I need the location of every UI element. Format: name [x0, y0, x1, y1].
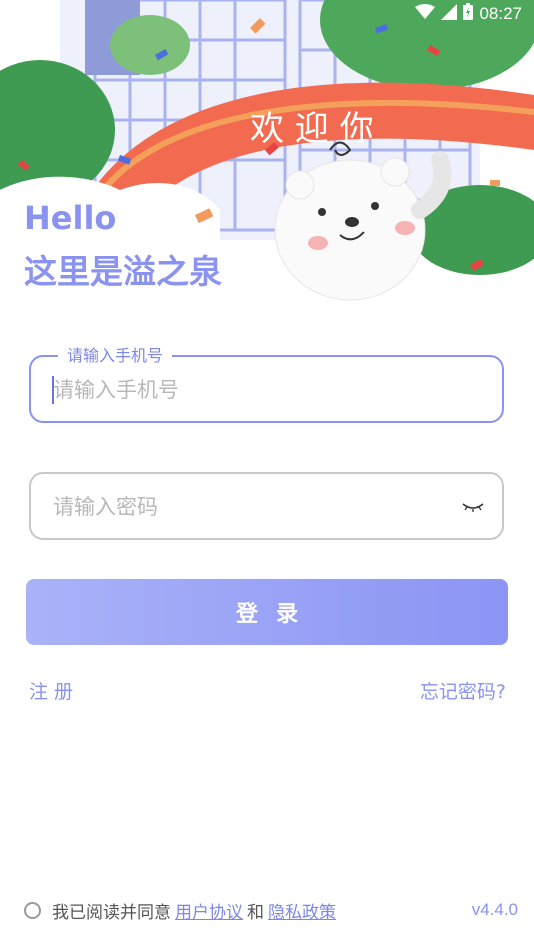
register-link[interactable]: 注册: [29, 677, 79, 704]
password-field[interactable]: [29, 472, 504, 540]
privacy-policy-link[interactable]: 隐私政策: [268, 898, 336, 923]
greeting: Hello 这里是溢之泉: [24, 198, 222, 294]
signal-icon: [441, 3, 458, 25]
status-bar: 08:27: [0, 0, 534, 28]
app-version: v4.4.0: [471, 900, 518, 919]
eye-closed-icon[interactable]: [462, 498, 484, 514]
phone-field[interactable]: 请输入手机号: [29, 346, 504, 423]
agreement-and: 和: [247, 903, 264, 923]
battery-icon: [463, 3, 474, 25]
status-time: 08:27: [479, 4, 522, 23]
forgot-password-link[interactable]: 忘记密码?: [420, 677, 506, 704]
agreement-prefix: 我已阅读并同意: [52, 903, 171, 923]
password-input[interactable]: [51, 474, 465, 540]
user-agreement-link[interactable]: 用户协议: [175, 898, 243, 923]
hello-text: Hello: [24, 199, 117, 237]
wifi-icon: [415, 3, 436, 25]
phone-input[interactable]: [51, 357, 465, 423]
login-button[interactable]: 登录: [26, 579, 508, 645]
welcome-banner-text: 欢 迎 你: [250, 109, 374, 149]
agree-radio[interactable]: [24, 902, 41, 919]
agreement-row: 我已阅读并同意 用户协议 和 隐私政策: [24, 898, 340, 923]
app-subtitle: 这里是溢之泉: [24, 252, 222, 291]
